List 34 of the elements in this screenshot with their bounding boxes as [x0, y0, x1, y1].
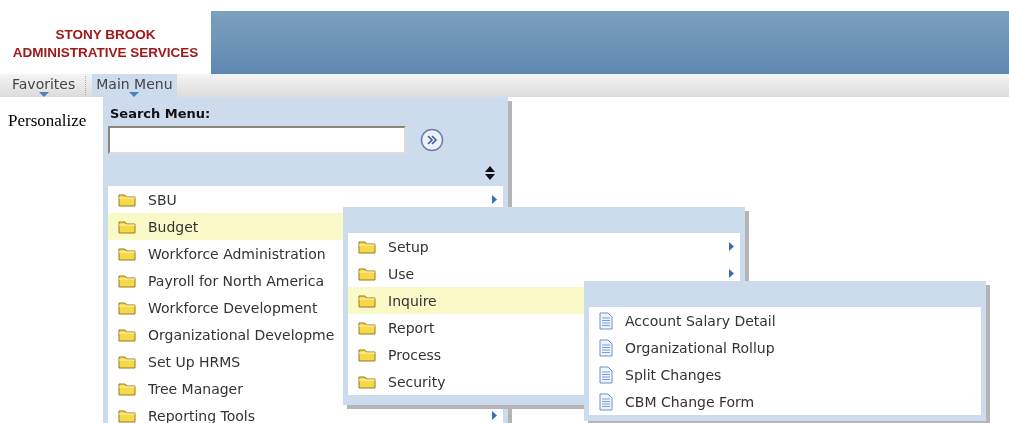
folder-icon — [358, 374, 376, 389]
go-icon[interactable] — [420, 128, 444, 152]
search-field[interactable] — [108, 126, 406, 154]
folder-icon — [118, 219, 136, 234]
caret-icon — [38, 92, 49, 97]
sort-icon[interactable] — [485, 166, 495, 180]
document-icon — [599, 311, 613, 330]
menu-item[interactable]: SBU — [108, 186, 503, 213]
document-icon — [599, 365, 613, 384]
logo: STONY BROOK ADMINISTRATIVE SERVICES — [11, 25, 200, 62]
folder-icon — [358, 293, 376, 308]
menu-tab[interactable]: Main Menu — [92, 74, 177, 97]
folder-icon — [358, 266, 376, 281]
folder-icon — [118, 300, 136, 315]
folder-icon — [358, 347, 376, 362]
menu-item[interactable]: Organizational Rollup — [589, 334, 981, 361]
menu-item[interactable]: Reporting Tools — [108, 402, 503, 423]
folder-icon — [358, 320, 376, 335]
folder-icon — [118, 354, 136, 369]
folder-icon — [118, 327, 136, 342]
folder-icon — [358, 239, 376, 254]
menu-item[interactable]: Use — [348, 260, 740, 287]
folder-icon — [118, 381, 136, 396]
folder-icon — [118, 192, 136, 207]
menu-tab[interactable]: Favorites — [8, 74, 80, 97]
document-icon — [599, 338, 613, 357]
menu-item[interactable]: CBM Change Form — [589, 388, 981, 415]
menu-item[interactable]: Split Changes — [589, 361, 981, 388]
folder-icon — [118, 246, 136, 261]
document-icon — [599, 392, 613, 411]
folder-icon — [118, 408, 136, 423]
search-label: Search Menu: — [110, 106, 212, 121]
page-text: Personalize — [8, 111, 87, 130]
folder-icon — [118, 273, 136, 288]
